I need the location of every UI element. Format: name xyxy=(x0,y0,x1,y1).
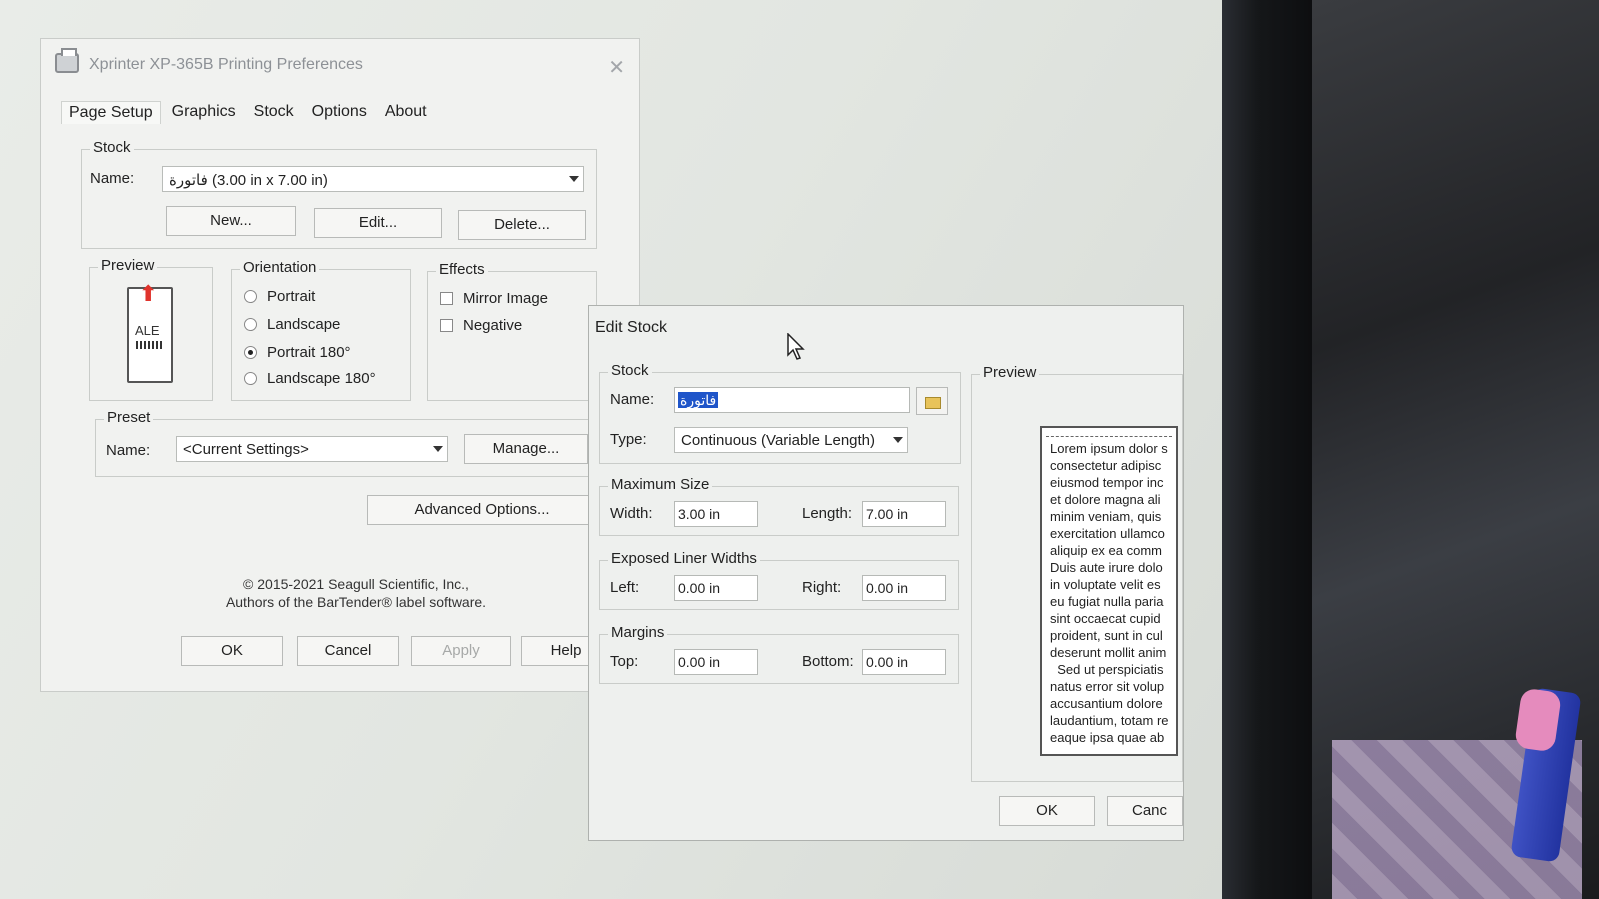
tab-options[interactable]: Options xyxy=(305,101,374,124)
tab-page-setup[interactable]: Page Setup xyxy=(61,101,161,124)
new-stock-button[interactable]: New... xyxy=(166,206,296,236)
barcode-icon xyxy=(136,341,164,349)
preset-group-label: Preset xyxy=(104,409,154,426)
margins-label: Margins xyxy=(608,624,668,641)
width-input[interactable]: 3.00 in xyxy=(674,501,758,527)
copyright-line: Authors of the BarTender® label software… xyxy=(225,594,487,610)
checkbox-label: Negative xyxy=(463,317,523,334)
mirror-image-checkbox[interactable]: Mirror Image xyxy=(440,290,548,307)
edit-stock-type-label: Type: xyxy=(610,431,647,448)
manage-button[interactable]: Manage... xyxy=(464,434,588,464)
exposed-liner-widths-group: Exposed Liner Widths Left: 0.00 in Right… xyxy=(599,550,959,610)
printer-icon xyxy=(55,48,79,73)
chevron-down-icon xyxy=(569,176,579,182)
preset-name-label: Name: xyxy=(106,442,151,459)
title-bar: Xprinter XP-365B Printing Preferences ✕ xyxy=(41,39,639,89)
printing-preferences-dialog: Xprinter XP-365B Printing Preferences ✕ … xyxy=(40,38,640,692)
radio-landscape-180[interactable]: Landscape 180° xyxy=(244,370,376,387)
advanced-options-button[interactable]: Advanced Options... xyxy=(367,495,597,525)
length-label: Length: xyxy=(802,505,853,522)
stock-name-select[interactable]: فاتورة (3.00 in x 7.00 in) xyxy=(162,166,584,192)
preset-name-select[interactable]: <Current Settings> xyxy=(176,436,448,462)
radio-label: Landscape xyxy=(267,316,341,333)
checkbox[interactable] xyxy=(440,319,453,332)
ok-button[interactable]: OK xyxy=(181,636,283,666)
apply-button[interactable]: Apply xyxy=(411,636,511,666)
stock-group: Stock Name: فاتورة (3.00 in x 7.00 in) N… xyxy=(81,139,597,249)
preview-sample-text: Lorem ipsum dolor s consectetur adipisc … xyxy=(1050,441,1169,745)
exposed-liner-widths-label: Exposed Liner Widths xyxy=(608,550,760,567)
tab-stock[interactable]: Stock xyxy=(247,101,301,124)
maximum-size-label: Maximum Size xyxy=(608,476,713,493)
radio-button[interactable] xyxy=(244,318,257,331)
radio-portrait[interactable]: Portrait xyxy=(244,288,315,305)
radio-label: Landscape 180° xyxy=(267,370,376,387)
preset-group: Preset Name: <Current Settings> Manage..… xyxy=(95,409,597,477)
radio-landscape[interactable]: Landscape xyxy=(244,316,340,333)
left-input[interactable]: 0.00 in xyxy=(674,575,758,601)
radio-portrait-180[interactable]: Portrait 180° xyxy=(244,344,351,361)
orientation-group: Orientation Portrait Landscape Portrait … xyxy=(231,259,411,401)
chevron-down-icon xyxy=(433,446,443,452)
cancel-button[interactable]: Cancel xyxy=(297,636,399,666)
top-input[interactable]: 0.00 in xyxy=(674,649,758,675)
label-preview-text: ALE xyxy=(135,323,160,338)
negative-checkbox[interactable]: Negative xyxy=(440,317,522,334)
radio-button[interactable] xyxy=(244,372,257,385)
edit-cancel-button[interactable]: Canc xyxy=(1107,796,1183,826)
edit-stock-type-value: Continuous (Variable Length) xyxy=(681,432,876,449)
close-icon[interactable]: ✕ xyxy=(608,55,625,80)
edit-stock-name-label: Name: xyxy=(610,391,655,408)
radio-label: Portrait xyxy=(267,288,316,305)
chevron-down-icon xyxy=(893,437,903,443)
folder-icon[interactable] xyxy=(916,387,948,415)
tab-bar: Page Setup Graphics Stock Options About xyxy=(61,101,434,124)
preview-group-label: Preview xyxy=(98,257,158,274)
length-input[interactable]: 7.00 in xyxy=(862,501,946,527)
radio-button[interactable] xyxy=(244,290,257,303)
edit-stock-type-select[interactable]: Continuous (Variable Length) xyxy=(674,427,908,453)
checkbox[interactable] xyxy=(440,292,453,305)
edit-stock-name-input[interactable]: فاتورة xyxy=(674,387,910,413)
dialog-title: Xprinter XP-365B Printing Preferences xyxy=(89,56,363,73)
edit-stock-group-label: Stock xyxy=(608,362,652,379)
copyright-line: © 2015-2021 Seagull Scientific, Inc., xyxy=(243,576,469,592)
checkbox-label: Mirror Image xyxy=(463,290,549,307)
top-label: Top: xyxy=(610,653,639,670)
right-label: Right: xyxy=(802,579,842,596)
arrow-up-icon: ⬆ xyxy=(139,281,158,306)
effects-group-label: Effects xyxy=(436,261,488,278)
preset-name-value: <Current Settings> xyxy=(183,441,309,458)
stock-name-label: Name: xyxy=(90,170,135,187)
edit-preview-label: Preview xyxy=(980,364,1040,381)
label-preview-area: Lorem ipsum dolor s consectetur adipisc … xyxy=(1040,426,1178,756)
orientation-group-label: Orientation xyxy=(240,259,320,276)
tab-about[interactable]: About xyxy=(378,101,434,124)
room-background xyxy=(1312,0,1599,899)
right-input[interactable]: 0.00 in xyxy=(862,575,946,601)
edit-stock-dialog: Edit Stock Stock Name: فاتورة Type: Cont… xyxy=(588,305,1184,841)
margins-group: Margins Top: 0.00 in Bottom: 0.00 in xyxy=(599,624,959,684)
edit-stock-title: Edit Stock xyxy=(595,319,668,336)
copyright-text: © 2015-2021 Seagull Scientific, Inc., Au… xyxy=(206,575,506,611)
width-label: Width: xyxy=(610,505,653,522)
bottom-label: Bottom: xyxy=(802,653,854,670)
selected-name-text: فاتورة xyxy=(678,392,719,408)
effects-group: Effects Mirror Image Negative xyxy=(427,261,597,401)
radio-button-selected[interactable] xyxy=(244,346,257,359)
maximum-size-group: Maximum Size Width: 3.00 in Length: 7.00… xyxy=(599,476,959,536)
left-label: Left: xyxy=(610,579,640,596)
stock-name-value: فاتورة (3.00 in x 7.00 in) xyxy=(169,172,328,189)
edit-stock-button[interactable]: Edit... xyxy=(314,208,442,238)
edit-stock-group: Stock Name: فاتورة Type: Continuous (Var… xyxy=(599,362,961,464)
bottom-input[interactable]: 0.00 in xyxy=(862,649,946,675)
stock-group-label: Stock xyxy=(90,139,134,156)
radio-label: Portrait 180° xyxy=(267,344,351,361)
tab-graphics[interactable]: Graphics xyxy=(165,101,243,124)
edit-ok-button[interactable]: OK xyxy=(999,796,1095,826)
delete-stock-button[interactable]: Delete... xyxy=(458,210,586,240)
monitor-bezel xyxy=(1222,0,1312,899)
